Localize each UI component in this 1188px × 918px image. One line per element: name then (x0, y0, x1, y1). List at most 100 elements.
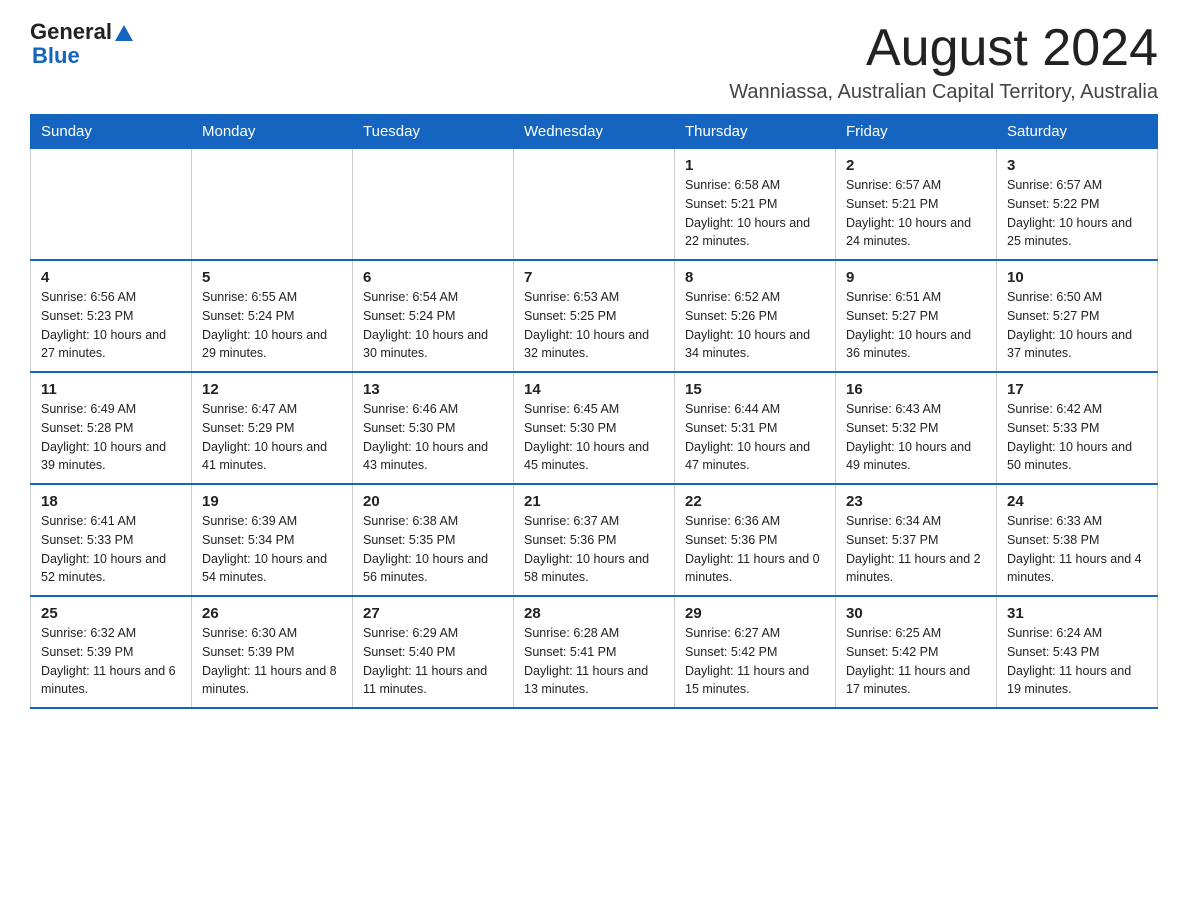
calendar-day-cell: 18Sunrise: 6:41 AM Sunset: 5:33 PM Dayli… (31, 484, 192, 596)
day-of-week-header: Thursday (675, 115, 836, 149)
day-number: 25 (41, 605, 181, 622)
calendar-day-cell: 29 Sunrise: 6:27 AM Sunset: 5:42 PM Dayli… (675, 596, 836, 708)
calendar-day-cell (353, 149, 514, 261)
day-number: 14 (524, 381, 664, 398)
calendar-day-cell: 30 Sunrise: 6:25 AM Sunset: 5:42 PM Dayli… (836, 596, 997, 708)
calendar-day-cell: 24Sunrise: 6:33 AM Sunset: 5:38 PM Dayli… (997, 484, 1158, 596)
calendar-day-cell: 27 Sunrise: 6:29 AM Sunset: 5:40 PM Dayli… (353, 596, 514, 708)
calendar-day-cell: 21 Sunrise: 6:37 AM Sunset: 5:36 PM Dayli… (514, 484, 675, 596)
day-number: 19 (202, 493, 342, 510)
calendar-week-row: 4Sunrise: 6:56 AM Sunset: 5:23 PM Daylig… (31, 260, 1158, 372)
day-info: Sunrise: 6:44 AM Sunset: 5:31 PM Dayligh… (685, 400, 825, 475)
day-number: 10 (1007, 269, 1147, 286)
day-info: Sunrise: 6:38 AM Sunset: 5:35 PM Dayligh… (363, 512, 503, 587)
calendar-day-cell: 2 Sunrise: 6:57 AM Sunset: 5:21 PM Daylig… (836, 149, 997, 261)
calendar-table: SundayMondayTuesdayWednesdayThursdayFrid… (30, 114, 1158, 709)
logo-blue: Blue (32, 43, 80, 68)
day-number: 1 (685, 157, 825, 174)
calendar-day-cell: 6Sunrise: 6:54 AM Sunset: 5:24 PM Daylig… (353, 260, 514, 372)
calendar-day-cell (192, 149, 353, 261)
day-number: 22 (685, 493, 825, 510)
day-info: Sunrise: 6:49 AM Sunset: 5:28 PM Dayligh… (41, 400, 181, 475)
day-number: 30 (846, 605, 986, 622)
day-info: Sunrise: 6:57 AM Sunset: 5:21 PM Dayligh… (846, 176, 986, 251)
day-number: 8 (685, 269, 825, 286)
calendar-week-row: 25 Sunrise: 6:32 AM Sunset: 5:39 PM Dayli… (31, 596, 1158, 708)
calendar-day-cell: 14 Sunrise: 6:45 AM Sunset: 5:30 PM Dayli… (514, 372, 675, 484)
calendar-day-cell: 7 Sunrise: 6:53 AM Sunset: 5:25 PM Daylig… (514, 260, 675, 372)
calendar-day-cell: 3 Sunrise: 6:57 AM Sunset: 5:22 PM Daylig… (997, 149, 1158, 261)
day-number: 28 (524, 605, 664, 622)
day-info: Sunrise: 6:25 AM Sunset: 5:42 PM Dayligh… (846, 624, 986, 699)
calendar-day-cell: 12 Sunrise: 6:47 AM Sunset: 5:29 PM Dayli… (192, 372, 353, 484)
calendar-day-cell: 9 Sunrise: 6:51 AM Sunset: 5:27 PM Daylig… (836, 260, 997, 372)
calendar-header-row: SundayMondayTuesdayWednesdayThursdayFrid… (31, 115, 1158, 149)
calendar-day-cell: 25 Sunrise: 6:32 AM Sunset: 5:39 PM Dayli… (31, 596, 192, 708)
logo-general: General (30, 20, 112, 44)
day-number: 15 (685, 381, 825, 398)
day-info: Sunrise: 6:28 AM Sunset: 5:41 PM Dayligh… (524, 624, 664, 699)
calendar-day-cell: 4Sunrise: 6:56 AM Sunset: 5:23 PM Daylig… (31, 260, 192, 372)
day-number: 7 (524, 269, 664, 286)
day-info: Sunrise: 6:27 AM Sunset: 5:42 PM Dayligh… (685, 624, 825, 699)
calendar-day-cell: 5Sunrise: 6:55 AM Sunset: 5:24 PM Daylig… (192, 260, 353, 372)
day-number: 5 (202, 269, 342, 286)
day-info: Sunrise: 6:53 AM Sunset: 5:25 PM Dayligh… (524, 288, 664, 363)
calendar-week-row: 18Sunrise: 6:41 AM Sunset: 5:33 PM Dayli… (31, 484, 1158, 596)
day-number: 29 (685, 605, 825, 622)
day-number: 27 (363, 605, 503, 622)
calendar-week-row: 1 Sunrise: 6:58 AM Sunset: 5:21 PM Daylig… (31, 149, 1158, 261)
calendar-day-cell: 31Sunrise: 6:24 AM Sunset: 5:43 PM Dayli… (997, 596, 1158, 708)
day-number: 12 (202, 381, 342, 398)
day-number: 9 (846, 269, 986, 286)
day-info: Sunrise: 6:50 AM Sunset: 5:27 PM Dayligh… (1007, 288, 1147, 363)
day-info: Sunrise: 6:42 AM Sunset: 5:33 PM Dayligh… (1007, 400, 1147, 475)
calendar-day-cell: 20 Sunrise: 6:38 AM Sunset: 5:35 PM Dayli… (353, 484, 514, 596)
day-info: Sunrise: 6:39 AM Sunset: 5:34 PM Dayligh… (202, 512, 342, 587)
calendar-day-cell: 17 Sunrise: 6:42 AM Sunset: 5:33 PM Dayli… (997, 372, 1158, 484)
day-info: Sunrise: 6:51 AM Sunset: 5:27 PM Dayligh… (846, 288, 986, 363)
day-of-week-header: Saturday (997, 115, 1158, 149)
day-number: 23 (846, 493, 986, 510)
calendar-day-cell: 22Sunrise: 6:36 AM Sunset: 5:36 PM Dayli… (675, 484, 836, 596)
page-header: General Blue August 2024 Wanniassa, Aust… (30, 20, 1158, 104)
day-number: 31 (1007, 605, 1147, 622)
day-info: Sunrise: 6:41 AM Sunset: 5:33 PM Dayligh… (41, 512, 181, 587)
day-number: 20 (363, 493, 503, 510)
day-info: Sunrise: 6:32 AM Sunset: 5:39 PM Dayligh… (41, 624, 181, 699)
day-info: Sunrise: 6:45 AM Sunset: 5:30 PM Dayligh… (524, 400, 664, 475)
day-number: 26 (202, 605, 342, 622)
day-info: Sunrise: 6:34 AM Sunset: 5:37 PM Dayligh… (846, 512, 986, 587)
day-info: Sunrise: 6:33 AM Sunset: 5:38 PM Dayligh… (1007, 512, 1147, 587)
calendar-body: 1 Sunrise: 6:58 AM Sunset: 5:21 PM Daylig… (31, 149, 1158, 709)
day-number: 3 (1007, 157, 1147, 174)
day-info: Sunrise: 6:56 AM Sunset: 5:23 PM Dayligh… (41, 288, 181, 363)
day-info: Sunrise: 6:47 AM Sunset: 5:29 PM Dayligh… (202, 400, 342, 475)
day-number: 2 (846, 157, 986, 174)
calendar-day-cell: 11 Sunrise: 6:49 AM Sunset: 5:28 PM Dayli… (31, 372, 192, 484)
day-number: 16 (846, 381, 986, 398)
day-number: 13 (363, 381, 503, 398)
day-number: 6 (363, 269, 503, 286)
day-info: Sunrise: 6:29 AM Sunset: 5:40 PM Dayligh… (363, 624, 503, 699)
day-number: 17 (1007, 381, 1147, 398)
day-number: 11 (41, 381, 181, 398)
day-info: Sunrise: 6:57 AM Sunset: 5:22 PM Dayligh… (1007, 176, 1147, 251)
day-of-week-header: Monday (192, 115, 353, 149)
calendar-day-cell: 13Sunrise: 6:46 AM Sunset: 5:30 PM Dayli… (353, 372, 514, 484)
month-year-title: August 2024 (729, 20, 1158, 77)
calendar-day-cell: 23 Sunrise: 6:34 AM Sunset: 5:37 PM Dayli… (836, 484, 997, 596)
day-info: Sunrise: 6:52 AM Sunset: 5:26 PM Dayligh… (685, 288, 825, 363)
calendar-day-cell: 16Sunrise: 6:43 AM Sunset: 5:32 PM Dayli… (836, 372, 997, 484)
calendar-day-cell: 19 Sunrise: 6:39 AM Sunset: 5:34 PM Dayli… (192, 484, 353, 596)
calendar-day-cell: 1 Sunrise: 6:58 AM Sunset: 5:21 PM Daylig… (675, 149, 836, 261)
day-info: Sunrise: 6:58 AM Sunset: 5:21 PM Dayligh… (685, 176, 825, 251)
calendar-day-cell: 15 Sunrise: 6:44 AM Sunset: 5:31 PM Dayli… (675, 372, 836, 484)
day-of-week-header: Friday (836, 115, 997, 149)
day-of-week-header: Sunday (31, 115, 192, 149)
day-of-week-header: Tuesday (353, 115, 514, 149)
location-subtitle: Wanniassa, Australian Capital Territory,… (729, 81, 1158, 104)
logo: General Blue (30, 20, 133, 68)
day-number: 21 (524, 493, 664, 510)
day-info: Sunrise: 6:37 AM Sunset: 5:36 PM Dayligh… (524, 512, 664, 587)
